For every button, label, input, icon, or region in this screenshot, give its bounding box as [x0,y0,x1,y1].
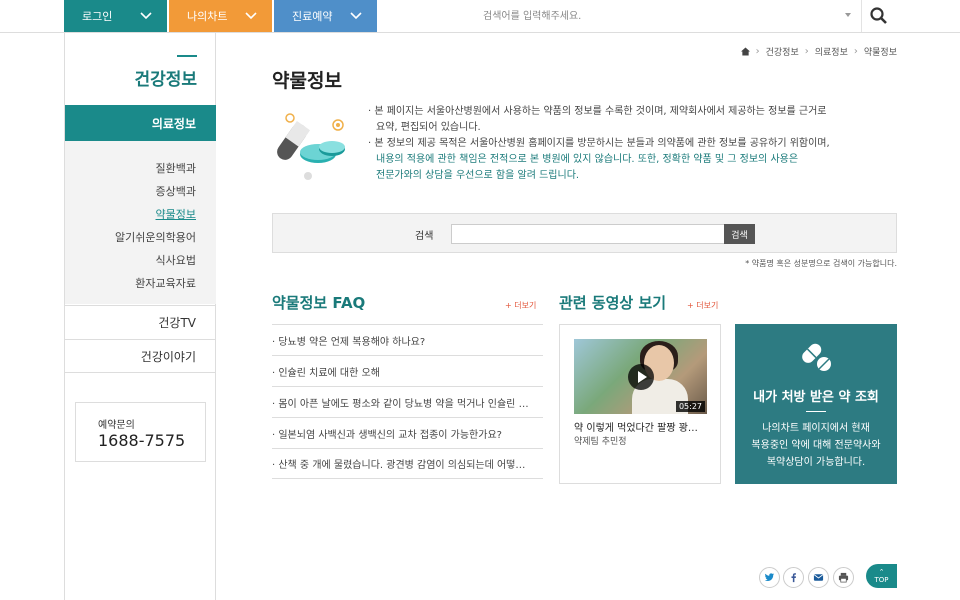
breadcrumb-separator: › [853,46,858,57]
video-author: 약제팀 추민정 [574,437,627,447]
faq-list: · 당뇨병 약은 언제 복용해야 하나요? · 인슐린 치료에 대한 오해 · … [272,324,543,479]
sidebar-item-health-tv[interactable]: 건강TV [65,305,216,339]
chevron-down-icon [350,12,362,20]
appointment-button[interactable]: 진료예약 [274,0,377,32]
chevron-down-icon [245,12,257,20]
title-accent-line [177,55,197,57]
faq-item-text: · 몸이 아픈 날에도 평소와 같이 당뇨병 약을 먹거나 인슐린 … [272,398,529,410]
search-note: * 약품명 혹은 성분명으로 검색이 가능합니다. [745,259,897,268]
reservation-phone-box: 예약문의 1688-7575 [75,402,206,462]
home-icon[interactable] [740,47,750,56]
prescription-lookup-card[interactable]: 내가 처방 받은 약 조회 나의차트 페이지에서 현재 복용중인 약에 대해 전… [735,324,897,484]
submenu-item-diet[interactable]: 식사요법 [156,252,196,268]
faq-item[interactable]: · 일본뇌염 사백신과 생백신의 교차 접종이 가능한가요? [272,417,543,448]
video-caption[interactable]: 약 이렇게 먹었다간 팔짱 꽝… [574,419,708,434]
submenu-item-symptom[interactable]: 증상백과 [156,183,196,199]
global-search-input[interactable] [483,4,863,28]
sidebar: 건강정보 의료정보 질환백과 증상백과 약물정보 알기쉬운의학용어 식사요법 환… [64,33,216,600]
facebook-icon [791,573,796,583]
phone-label: 예약문의 [98,420,135,431]
description-line: · 본 페이지는 서울아산병원에서 사용하는 약품의 정보를 수록한 것이며, … [368,106,827,117]
video-section-title: 관련 동영상 보기 [559,294,667,312]
global-search [483,0,897,32]
my-chart-button[interactable]: 나의차트 [169,0,272,32]
search-icon[interactable] [869,6,889,26]
scroll-top-button[interactable]: ⌃ TOP [866,564,897,588]
faq-item[interactable]: · 몸이 아픈 날에도 평소와 같이 당뇨병 약을 먹거나 인슐린 … [272,386,543,417]
faq-item-text: · 당뇨병 약은 언제 복용해야 하나요? [272,336,426,348]
breadcrumb: › 건강정보 › 의료정보 › 약물정보 [740,45,897,58]
phone-number: 1688-7575 [98,431,186,450]
sidebar-title: 건강정보 [134,70,197,90]
promo-description: 나의차트 페이지에서 현재 복용중인 약에 대해 전문약사와 복약상담이 가능합… [735,420,897,471]
faq-item[interactable]: · 산책 중 개에 물렸습니다. 광견병 감염이 의심되는데 어떻… [272,448,543,479]
submenu-item-medical-terms[interactable]: 알기쉬운의학용어 [115,229,196,245]
faq-item-text: · 일본뇌염 사백신과 생백신의 교차 접종이 가능한가요? [272,429,502,441]
sidebar-item-health-story[interactable]: 건강이야기 [65,339,216,373]
print-button[interactable] [833,567,854,588]
sidebar-item-medical-info[interactable]: 의료정보 [65,105,216,141]
email-share-button[interactable] [808,567,829,588]
scroll-top-label: TOP [874,576,889,584]
mail-icon [813,574,824,581]
login-button[interactable]: 로그인 [64,0,167,32]
print-icon [838,572,849,583]
video-duration: 05:27 [675,401,705,412]
divider [861,0,862,32]
chevron-up-icon: ⌃ [878,568,885,576]
promo-divider [806,411,826,412]
description-line: 내용의 적용에 관한 책임은 전적으로 본 병원에 있지 않습니다. 또한, 정… [376,154,799,165]
promo-description-line: 복약상담이 가능합니다. [766,457,866,468]
breadcrumb-item[interactable]: 의료정보 [815,45,848,58]
submenu-item-disease[interactable]: 질환백과 [156,160,196,176]
chevron-down-icon [140,12,152,20]
appointment-label: 진료예약 [292,10,333,23]
breadcrumb-separator: › [755,46,760,57]
facebook-share-button[interactable] [783,567,804,588]
promo-description-line: 나의차트 페이지에서 현재 [762,423,870,434]
play-icon[interactable] [628,364,654,390]
video-card[interactable]: 05:27 약 이렇게 먹었다간 팔짱 꽝… 약제팀 추민정 [559,324,721,484]
drug-search-label: 검색 [415,231,434,242]
submenu-item-education[interactable]: 환자교육자료 [135,275,196,291]
twitter-share-button[interactable] [759,567,780,588]
promo-title: 내가 처방 받은 약 조회 [753,390,879,405]
twitter-icon [764,573,775,581]
drug-search-bar: 검색 검색 [272,213,897,253]
video-thumbnail[interactable]: 05:27 [574,339,707,414]
login-label: 로그인 [82,10,113,23]
faq-item-text: · 인슐린 치료에 대한 오해 [272,367,380,379]
description-line: · 본 정보의 제공 목적은 서울아산병원 홈페이지를 방문하시는 분들과 의약… [368,138,830,149]
pill-icon [802,343,831,371]
page-description: · 본 페이지는 서울아산병원에서 사용하는 약품의 정보를 수록한 것이며, … [368,104,858,184]
breadcrumb-separator: › [804,46,809,57]
faq-item[interactable]: · 인슐린 치료에 대한 오해 [272,355,543,386]
sidebar-submenu: 질환백과 증상백과 약물정보 알기쉬운의학용어 식사요법 환자교육자료 [65,141,216,304]
page-title: 약물정보 [272,70,342,92]
dropdown-arrow-icon[interactable] [845,13,851,17]
submenu-item-drug-info[interactable]: 약물정보 [156,206,196,222]
breadcrumb-current: 약물정보 [863,48,897,58]
faq-more-link[interactable]: + 더보기 [505,300,536,311]
pill-illustration-icon [277,113,345,180]
promo-description-line: 복용중인 약에 대해 전문약사와 [751,440,881,451]
description-line: 요약, 편집되어 있습니다. [376,122,481,133]
my-chart-label: 나의차트 [187,10,228,23]
video-more-link[interactable]: + 더보기 [687,300,718,311]
drug-search-input[interactable] [451,224,725,244]
breadcrumb-item[interactable]: 건강정보 [766,45,799,58]
faq-item-text: · 산책 중 개에 물렸습니다. 광견병 감염이 의심되는데 어떻… [272,460,526,471]
drug-search-button[interactable]: 검색 [724,224,755,244]
top-bar: 로그인 나의차트 진료예약 [0,0,960,33]
faq-item[interactable]: · 당뇨병 약은 언제 복용해야 하나요? [272,324,543,355]
description-line: 전문가와의 상담을 우선으로 함을 알려 드립니다. [376,170,580,181]
faq-title: 약물정보 FAQ [272,294,366,312]
